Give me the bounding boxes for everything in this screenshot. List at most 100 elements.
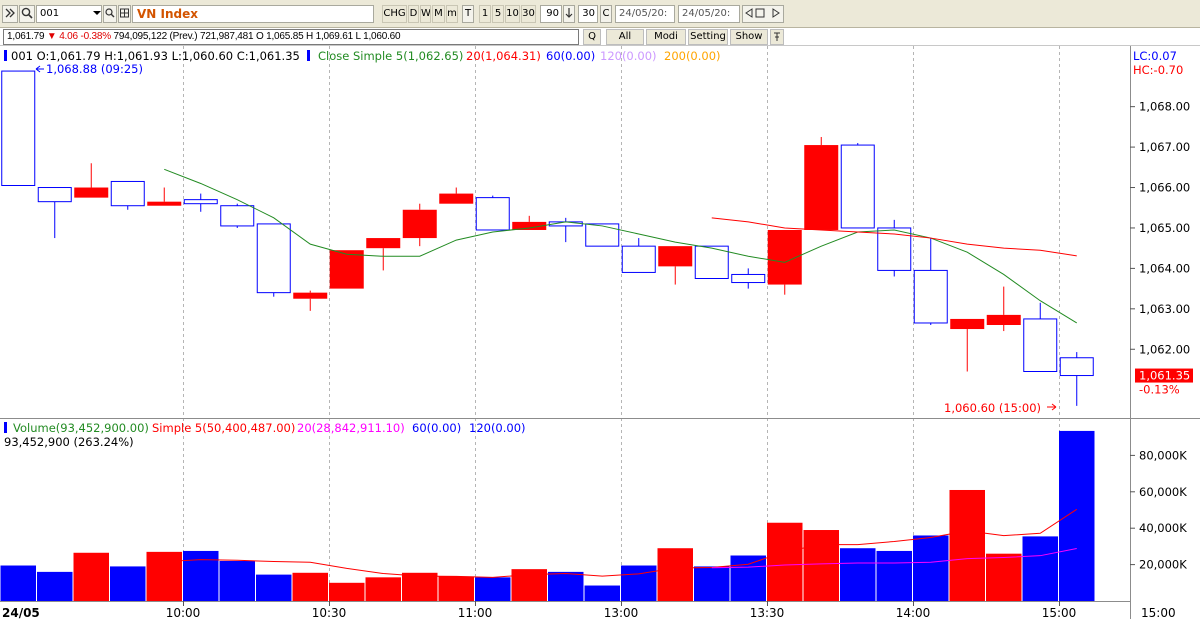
y-axis-ticks: 1,062.00 1,063.00 1,064.00 1,065.00 1,066.00… <box>1130 100 1190 572</box>
candle-body-down <box>256 223 291 294</box>
x-tick-label: 13:30 <box>750 606 785 619</box>
candle <box>256 223 291 297</box>
period-minute-button[interactable]: m <box>446 5 458 23</box>
period-week-button[interactable]: W <box>420 5 431 23</box>
volume-tick-label: 20,000K <box>1139 558 1187 572</box>
volume-bar <box>840 548 876 601</box>
magnifier-icon <box>105 8 115 18</box>
candle-body-down <box>110 180 145 207</box>
interval-input[interactable]: 90 <box>540 5 562 23</box>
candle-body-down <box>621 245 656 273</box>
legend-marker <box>4 50 7 61</box>
candle-body-down <box>1059 357 1094 377</box>
candle-body-up <box>329 250 364 289</box>
x-tick-label: 14:00 <box>896 606 931 619</box>
candle-body-up <box>147 201 182 206</box>
find-symbol-button[interactable] <box>103 5 117 23</box>
volume-bar <box>73 552 109 601</box>
ohlc-legend: 001 O:1,061.79 H:1,061.93 L:1,060.60 C:1… <box>11 49 300 63</box>
volume-tick-label: 40,000K <box>1139 521 1187 535</box>
menu-arrow-button[interactable] <box>2 5 18 23</box>
candle <box>840 143 875 229</box>
interval-30-button[interactable]: 30 <box>521 5 536 23</box>
candle <box>950 318 985 372</box>
volume-bar <box>438 576 474 601</box>
all-button[interactable]: All <box>606 29 644 45</box>
search-button[interactable] <box>19 5 35 23</box>
quote-details: 794,095,122 (Prev.) 721,987,481 O 1,065.… <box>113 31 401 42</box>
q-button[interactable]: Q <box>583 29 601 45</box>
setting-button[interactable]: Setting <box>688 29 728 45</box>
volume-bar <box>0 565 36 601</box>
interval-10-button[interactable]: 10 <box>505 5 520 23</box>
candle <box>475 195 510 231</box>
period-tick-button[interactable]: T <box>462 5 474 23</box>
candle-body-up <box>658 246 693 267</box>
candlestick-series <box>1 70 1094 406</box>
period-day-button[interactable]: D <box>408 5 419 23</box>
search-icon <box>21 7 33 19</box>
navigation-buttons[interactable] <box>742 5 784 23</box>
volume-bar <box>730 555 766 601</box>
volume-ma120-legend: 120(0.00) <box>469 421 526 435</box>
candle-body-up <box>402 209 437 239</box>
chg-button[interactable]: CHG <box>382 5 407 23</box>
ma200-legend: 200(0.00) <box>664 49 721 63</box>
volume-bar <box>694 566 730 601</box>
candle <box>37 187 72 239</box>
chevron-down-icon[interactable] <box>92 6 102 22</box>
volume-bar <box>767 522 803 601</box>
date-to-input[interactable]: 24/05/20: <box>678 5 740 23</box>
ma120-legend: 120(0.00) <box>600 49 657 63</box>
show-button[interactable]: Show <box>730 29 768 45</box>
x-tick-label: 10:00 <box>166 606 201 619</box>
volume-sub-legend: 93,452,900 (263.24%) <box>4 435 134 449</box>
candle <box>585 223 620 247</box>
quote-summary: 1,061.79 ▼ 4.06 -0.38% 794,095,122 (Prev… <box>3 29 579 45</box>
y-tick-label: 1,065.00 <box>1139 221 1190 235</box>
volume-bar <box>949 489 985 601</box>
x-tick-label: 15:00 <box>1042 606 1077 619</box>
info-bar: 1,061.79 ▼ 4.06 -0.38% 794,095,122 (Prev… <box>0 28 1200 46</box>
y-tick-label: 1,067.00 <box>1139 140 1190 154</box>
low-note: 1,060.60 (15:00) <box>944 401 1057 415</box>
pin-button[interactable] <box>770 29 784 45</box>
date-from-input[interactable]: 24/05/20: <box>615 5 675 23</box>
candle-body-up <box>293 292 328 299</box>
list-button[interactable] <box>118 5 131 23</box>
last-price-pct: -0.13% <box>1139 383 1180 397</box>
x-tick-label: 15:00 <box>1141 606 1176 619</box>
volume-bar <box>1022 536 1058 601</box>
volume-ma60-legend: 60(0.00) <box>412 421 461 435</box>
candle <box>402 203 437 247</box>
candle <box>366 238 401 271</box>
count-button[interactable]: C <box>600 5 612 23</box>
candle <box>1059 352 1094 406</box>
period-month-button[interactable]: M <box>432 5 445 23</box>
grid-icon <box>120 8 129 18</box>
candle-body-down <box>37 187 72 203</box>
candle <box>658 246 693 285</box>
count-input[interactable]: 30 <box>578 5 598 23</box>
candle-body-up <box>74 187 109 198</box>
x-axis-ticks: 24/05 10:00 10:30 11:00 13:00 13:30 14:00 15:00… <box>2 601 1176 619</box>
price-volume-chart[interactable]: 1,062.00 1,063.00 1,064.00 1,065.00 1,066.00… <box>0 46 1200 619</box>
interval-1-button[interactable]: 1 <box>479 5 491 23</box>
volume-bar <box>1059 430 1095 601</box>
candle <box>986 286 1021 332</box>
volume-bar <box>365 577 401 601</box>
candle <box>877 219 912 277</box>
candle <box>621 238 656 273</box>
candle <box>804 136 839 230</box>
hc-label: HC:-0.70 <box>1133 63 1183 77</box>
candle-body-up <box>804 145 839 230</box>
candle-body-down <box>183 199 218 205</box>
interval-5-button[interactable]: 5 <box>492 5 504 23</box>
modi-button[interactable]: Modi <box>646 29 686 45</box>
candle <box>183 193 218 212</box>
volume-legend: Volume(93,452,900.00) <box>13 421 149 435</box>
interval-spinner[interactable] <box>563 5 575 23</box>
x-tick-label: 24/05 <box>2 606 40 619</box>
nav-arrows-icon <box>745 8 780 18</box>
candle-body-down <box>585 223 620 247</box>
